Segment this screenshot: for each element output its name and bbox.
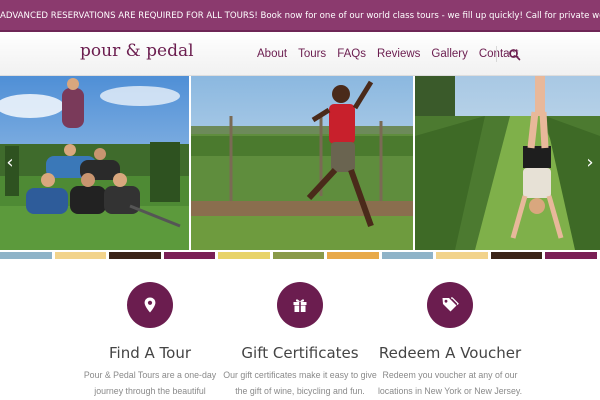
feature-title[interactable]: Gift Certificates: [220, 344, 380, 362]
slide-group-pyramid-photo: [0, 76, 189, 250]
color-stripe-segment: [327, 252, 379, 259]
nav-divider: [496, 46, 497, 62]
color-stripe-segment: [490, 252, 543, 259]
nav-item-about[interactable]: About: [257, 48, 287, 60]
feature-title[interactable]: Find A Tour: [70, 344, 230, 362]
site-logo[interactable]: pour & pedal: [80, 41, 194, 61]
feature-text-line: the gift of wine, bicycling and fun.: [235, 386, 365, 396]
color-stripe-segment: [0, 252, 52, 259]
feature-text-line: Pour & Pedal Tours are a one-day: [83, 370, 217, 380]
site-header: pour & pedal About Tours FAQs Reviews Ga…: [0, 32, 600, 76]
feature-text-line: Redeem you voucher at any of our: [382, 370, 518, 380]
map-pin-icon[interactable]: [127, 282, 173, 328]
nav-item-tours[interactable]: Tours: [298, 48, 326, 60]
feature-text-line: locations in New York or New Jersey.: [377, 386, 523, 396]
nav-item-reviews[interactable]: Reviews: [377, 48, 420, 60]
feature-text-line: journey through the beautiful: [94, 386, 206, 396]
slider-next-arrow[interactable]: ›: [582, 150, 598, 176]
gift-icon[interactable]: [277, 282, 323, 328]
slide-handstand-photo: [415, 76, 600, 250]
nav-item-faqs[interactable]: FAQs: [337, 48, 366, 60]
photo-slider: ‹ ›: [0, 76, 600, 250]
color-stripe-segment: [54, 252, 107, 259]
color-stripe-segment: [163, 252, 216, 259]
tags-icon[interactable]: [427, 282, 473, 328]
color-stripe-segment: [436, 252, 488, 259]
color-stripe-segment: [109, 252, 161, 259]
feature-description: Redeem you voucher at any of our locatio…: [370, 367, 530, 399]
feature-text-line: Our gift certificates make it easy to gi…: [223, 370, 377, 380]
feature-description: Pour & Pedal Tours are a one-day journey…: [70, 367, 230, 399]
slide-jumping-man-photo: [191, 76, 413, 250]
color-stripe-segment: [272, 252, 325, 259]
search-icon[interactable]: [508, 47, 522, 61]
announcement-bar: ADVANCED RESERVATIONS ARE REQUIRED FOR A…: [0, 0, 600, 32]
main-nav: About Tours FAQs Reviews Gallery Contact: [257, 32, 530, 76]
color-stripe-bar: [0, 252, 600, 259]
color-stripe-segment: [545, 252, 597, 259]
feature-title[interactable]: Redeem A Voucher: [370, 344, 530, 362]
slider-prev-arrow[interactable]: ‹: [2, 150, 18, 176]
color-stripe-segment: [381, 252, 434, 259]
nav-item-gallery[interactable]: Gallery: [431, 48, 467, 60]
color-stripe-segment: [218, 252, 270, 259]
feature-description: Our gift certificates make it easy to gi…: [220, 367, 380, 399]
